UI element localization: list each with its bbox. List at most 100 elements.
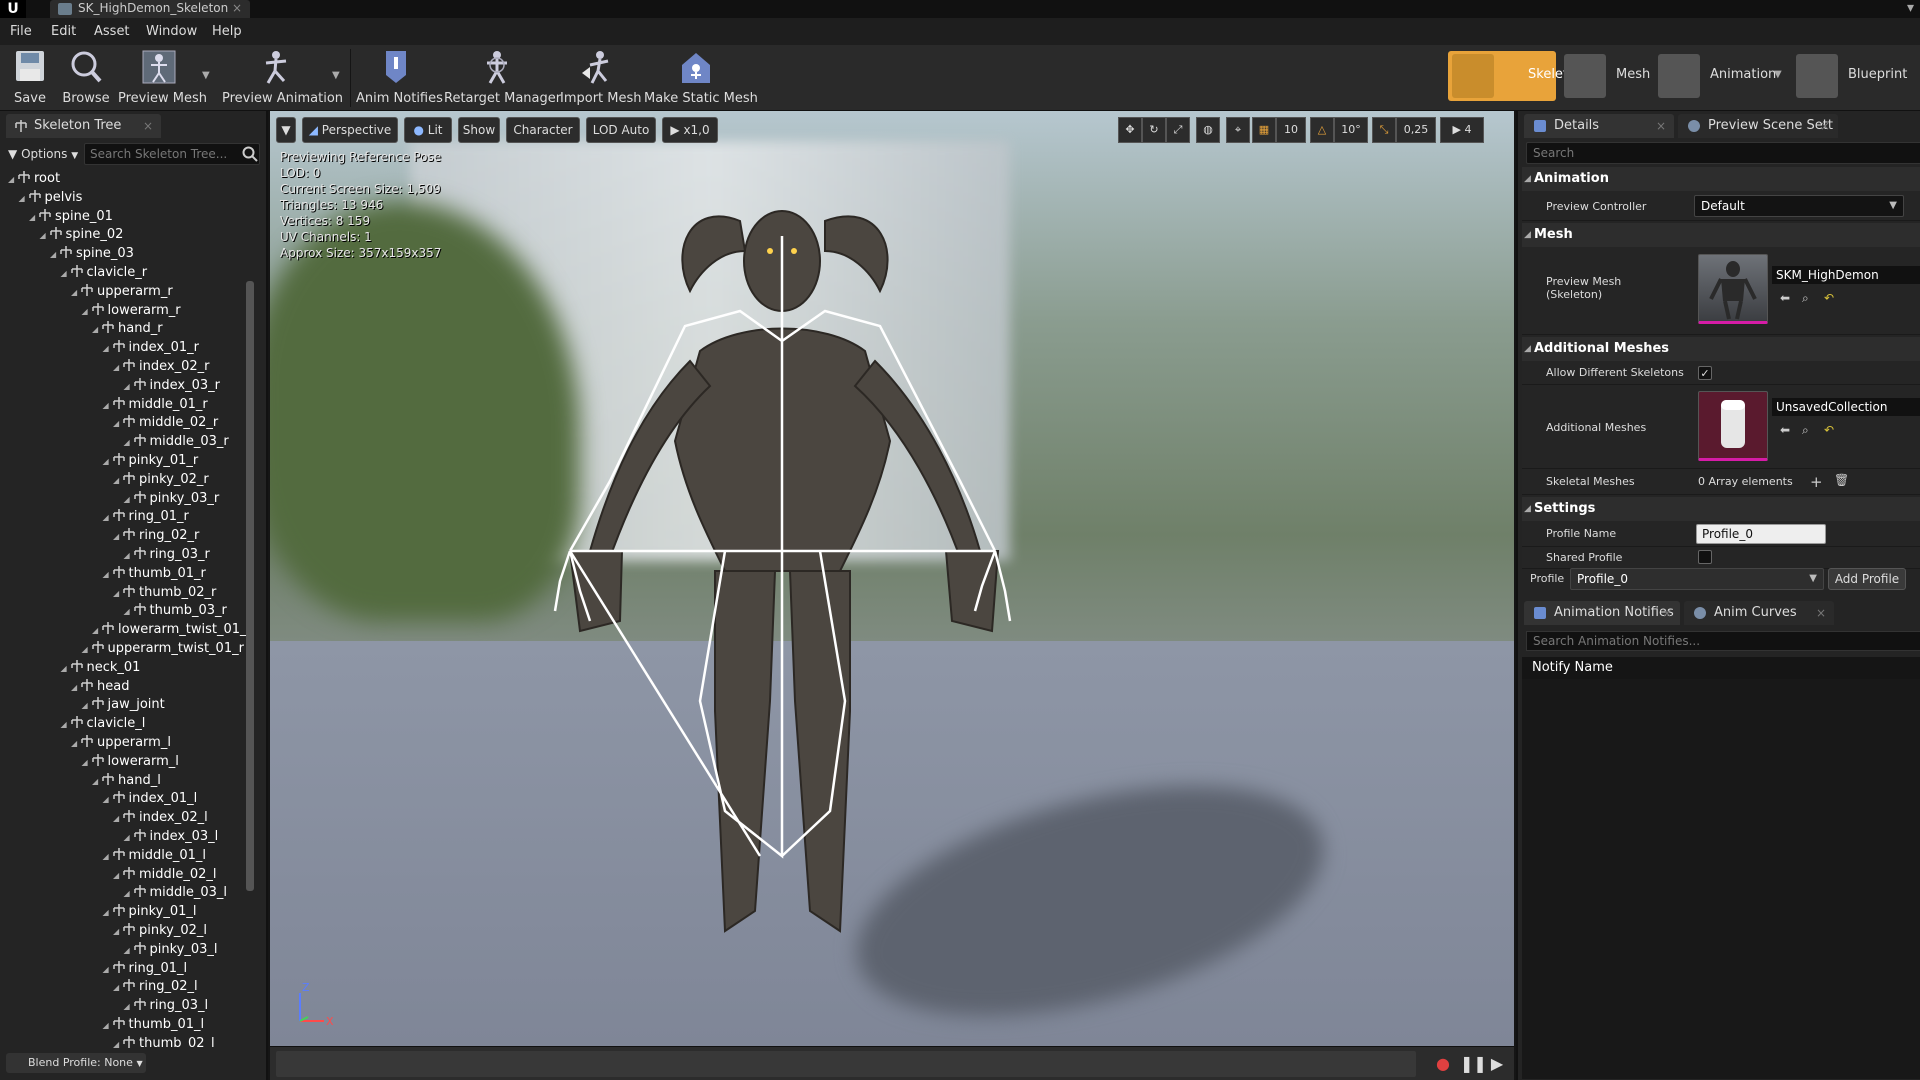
expand-arrow-icon[interactable]: ◢ bbox=[113, 809, 123, 828]
show-button[interactable]: Show bbox=[458, 117, 500, 143]
retarget-manager-button[interactable]: Retarget Manager bbox=[444, 49, 561, 109]
add-profile-button[interactable]: Add Profile bbox=[1828, 568, 1906, 590]
search-icon[interactable] bbox=[242, 146, 258, 162]
menu-window[interactable]: Window bbox=[146, 24, 197, 39]
viewport-options-dropdown[interactable]: ▼ bbox=[276, 117, 296, 143]
expand-arrow-icon[interactable]: ◢ bbox=[71, 283, 81, 302]
tree-row-head[interactable]: ◢ head bbox=[71, 677, 129, 696]
document-tab[interactable]: SK_HighDemon_Skeleton × bbox=[50, 0, 250, 18]
details-search-input[interactable]: Search bbox=[1526, 142, 1920, 164]
tab-preview-scene-settings[interactable]: Preview Scene Sett × bbox=[1678, 114, 1838, 138]
tree-row-clavicle-r[interactable]: ◢ clavicle_r bbox=[61, 263, 147, 283]
menu-file[interactable]: File bbox=[10, 24, 32, 39]
expand-arrow-icon[interactable]: ◢ bbox=[124, 602, 134, 621]
tree-row-neck-01[interactable]: ◢ neck_01 bbox=[61, 658, 140, 677]
blend-profile-dropdown[interactable]: Blend Profile: None ▼ bbox=[6, 1053, 146, 1073]
tree-row-middle-01-l[interactable]: ◢ middle_01_l bbox=[103, 846, 206, 865]
browse-asset-icon[interactable]: ⌕ bbox=[1802, 423, 1809, 438]
expand-arrow-icon[interactable]: ◢ bbox=[103, 452, 113, 471]
additional-meshes-value[interactable]: UnsavedCollection bbox=[1772, 398, 1920, 416]
tree-row-middle-02-r[interactable]: ◢ middle_02_r bbox=[113, 413, 218, 432]
tree-row-upperarm-l[interactable]: ◢ upperarm_l bbox=[71, 733, 171, 752]
window-corner-icon[interactable]: ▾ bbox=[1907, 0, 1914, 16]
mode-skeleton-button[interactable]: Skeleton bbox=[1448, 51, 1584, 101]
tree-row-pinky-01-l[interactable]: ◢ pinky_01_l bbox=[103, 902, 197, 921]
camera-speed-button[interactable]: ▶ 4 bbox=[1440, 117, 1484, 143]
mode-blueprint-button[interactable]: Blueprint bbox=[1792, 51, 1916, 101]
preview-mesh-dropdown-icon[interactable]: ▼ bbox=[202, 70, 210, 81]
tree-row-index-03-l[interactable]: ◢ index_03_l bbox=[124, 827, 218, 846]
tree-row-spine-03[interactable]: ◢ spine_03 bbox=[50, 244, 134, 263]
expand-arrow-icon[interactable]: ◢ bbox=[92, 621, 102, 640]
rotate-tool-icon[interactable]: ↻ bbox=[1142, 117, 1166, 143]
additional-meshes-category-header[interactable]: ◢ Additional Meshes bbox=[1522, 337, 1920, 361]
expand-arrow-icon[interactable]: ◢ bbox=[113, 866, 123, 885]
close-icon[interactable]: × bbox=[1656, 114, 1666, 138]
expand-arrow-icon[interactable]: ◢ bbox=[82, 696, 92, 715]
menu-edit[interactable]: Edit bbox=[51, 24, 76, 39]
expand-arrow-icon[interactable]: ◢ bbox=[124, 941, 134, 960]
lit-button[interactable]: ● Lit bbox=[404, 117, 452, 143]
tab-skeleton-tree[interactable]: Skeleton Tree × bbox=[6, 114, 161, 138]
tree-row-middle-01-r[interactable]: ◢ middle_01_r bbox=[103, 395, 208, 414]
tree-row-pinky-02-l[interactable]: ◢ pinky_02_l bbox=[113, 921, 207, 940]
expand-arrow-icon[interactable]: ◢ bbox=[103, 396, 113, 415]
expand-arrow-icon[interactable]: ◢ bbox=[113, 358, 123, 377]
expand-arrow-icon[interactable]: ◢ bbox=[113, 584, 123, 603]
perspective-button[interactable]: ◢ Perspective bbox=[302, 117, 398, 143]
expand-arrow-icon[interactable]: ◢ bbox=[103, 508, 113, 527]
rotation-snap-icon[interactable]: △ bbox=[1310, 117, 1334, 143]
tree-row-middle-03-r[interactable]: ◢ middle_03_r bbox=[124, 432, 229, 451]
skeleton-search-input[interactable]: Search Skeleton Tree... bbox=[84, 143, 260, 165]
tree-row-jaw-joint[interactable]: ◢ jaw_joint bbox=[82, 695, 165, 714]
expand-arrow-icon[interactable]: ◢ bbox=[124, 490, 134, 509]
save-button[interactable]: Save bbox=[8, 49, 52, 109]
mode-animation-button[interactable]: Animation ▼ bbox=[1654, 51, 1784, 101]
notify-name-column-header[interactable]: Notify Name bbox=[1522, 657, 1920, 679]
tree-row-ring-02-r[interactable]: ◢ ring_02_r bbox=[113, 526, 199, 545]
close-icon[interactable]: × bbox=[143, 114, 153, 138]
tree-row-index-02-l[interactable]: ◢ index_02_l bbox=[113, 808, 208, 827]
profile-name-input[interactable]: Profile_0 bbox=[1696, 524, 1826, 544]
tree-row-pinky-01-r[interactable]: ◢ pinky_01_r bbox=[103, 451, 198, 471]
mesh-category-header[interactable]: ◢ Mesh bbox=[1522, 223, 1920, 247]
delete-icon[interactable]: 🗑 bbox=[1834, 473, 1849, 487]
tab-anim-curves[interactable]: Anim Curves × bbox=[1684, 601, 1834, 625]
import-mesh-button[interactable]: Import Mesh bbox=[560, 49, 642, 109]
expand-arrow-icon[interactable]: ◢ bbox=[113, 978, 123, 997]
tree-scrollbar[interactable] bbox=[246, 281, 254, 891]
tree-row-ring-03-l[interactable]: ◢ ring_03_l bbox=[124, 996, 208, 1015]
rotation-snap-value[interactable]: 10° bbox=[1334, 117, 1368, 143]
menu-help[interactable]: Help bbox=[212, 24, 242, 39]
tree-row-hand-r[interactable]: ◢ hand_r bbox=[92, 319, 163, 338]
character-button[interactable]: Character bbox=[506, 117, 580, 143]
tree-row-ring-01-r[interactable]: ◢ ring_01_r bbox=[103, 507, 189, 526]
tree-row-pinky-02-r[interactable]: ◢ pinky_02_r bbox=[113, 470, 209, 489]
expand-arrow-icon[interactable]: ◢ bbox=[113, 471, 123, 490]
close-tab-icon[interactable]: × bbox=[232, 0, 242, 17]
tree-row-middle-02-l[interactable]: ◢ middle_02_l bbox=[113, 865, 217, 884]
make-static-mesh-button[interactable]: Make Static Mesh bbox=[644, 49, 758, 109]
tree-row-upperarm-twist-01-r[interactable]: ◢ upperarm_twist_01_r bbox=[82, 639, 244, 658]
tree-row-middle-03-l[interactable]: ◢ middle_03_l bbox=[124, 883, 227, 903]
scale-snap-value[interactable]: 0,25 bbox=[1396, 117, 1436, 143]
expand-arrow-icon[interactable]: ◢ bbox=[103, 903, 113, 922]
tree-row-lowerarm-l[interactable]: ◢ lowerarm_l bbox=[82, 752, 179, 771]
expand-arrow-icon[interactable]: ◢ bbox=[103, 1016, 113, 1035]
preview-mesh-button[interactable]: Preview Mesh bbox=[118, 49, 207, 109]
animation-category-header[interactable]: ◢ Animation bbox=[1522, 167, 1920, 191]
pause-icon[interactable]: ❚❚ bbox=[1460, 1053, 1487, 1075]
expand-arrow-icon[interactable]: ◢ bbox=[29, 208, 39, 227]
record-icon[interactable]: ● bbox=[1432, 1053, 1454, 1075]
expand-arrow-icon[interactable]: ◢ bbox=[124, 884, 134, 903]
lod-button[interactable]: LOD Auto bbox=[586, 117, 656, 143]
mode-mesh-button[interactable]: Mesh bbox=[1560, 51, 1650, 101]
preview-animation-button[interactable]: Preview Animation bbox=[222, 49, 343, 109]
expand-arrow-icon[interactable]: ◢ bbox=[40, 226, 50, 245]
tree-row-pinky-03-l[interactable]: ◢ pinky_03_l bbox=[124, 940, 218, 959]
tree-row-hand-l[interactable]: ◢ hand_l bbox=[92, 771, 161, 790]
expand-arrow-icon[interactable]: ◢ bbox=[61, 264, 71, 283]
close-icon[interactable]: × bbox=[1816, 601, 1826, 625]
close-icon[interactable]: × bbox=[1820, 114, 1830, 138]
reset-to-default-icon[interactable]: ↶ bbox=[1824, 423, 1834, 437]
